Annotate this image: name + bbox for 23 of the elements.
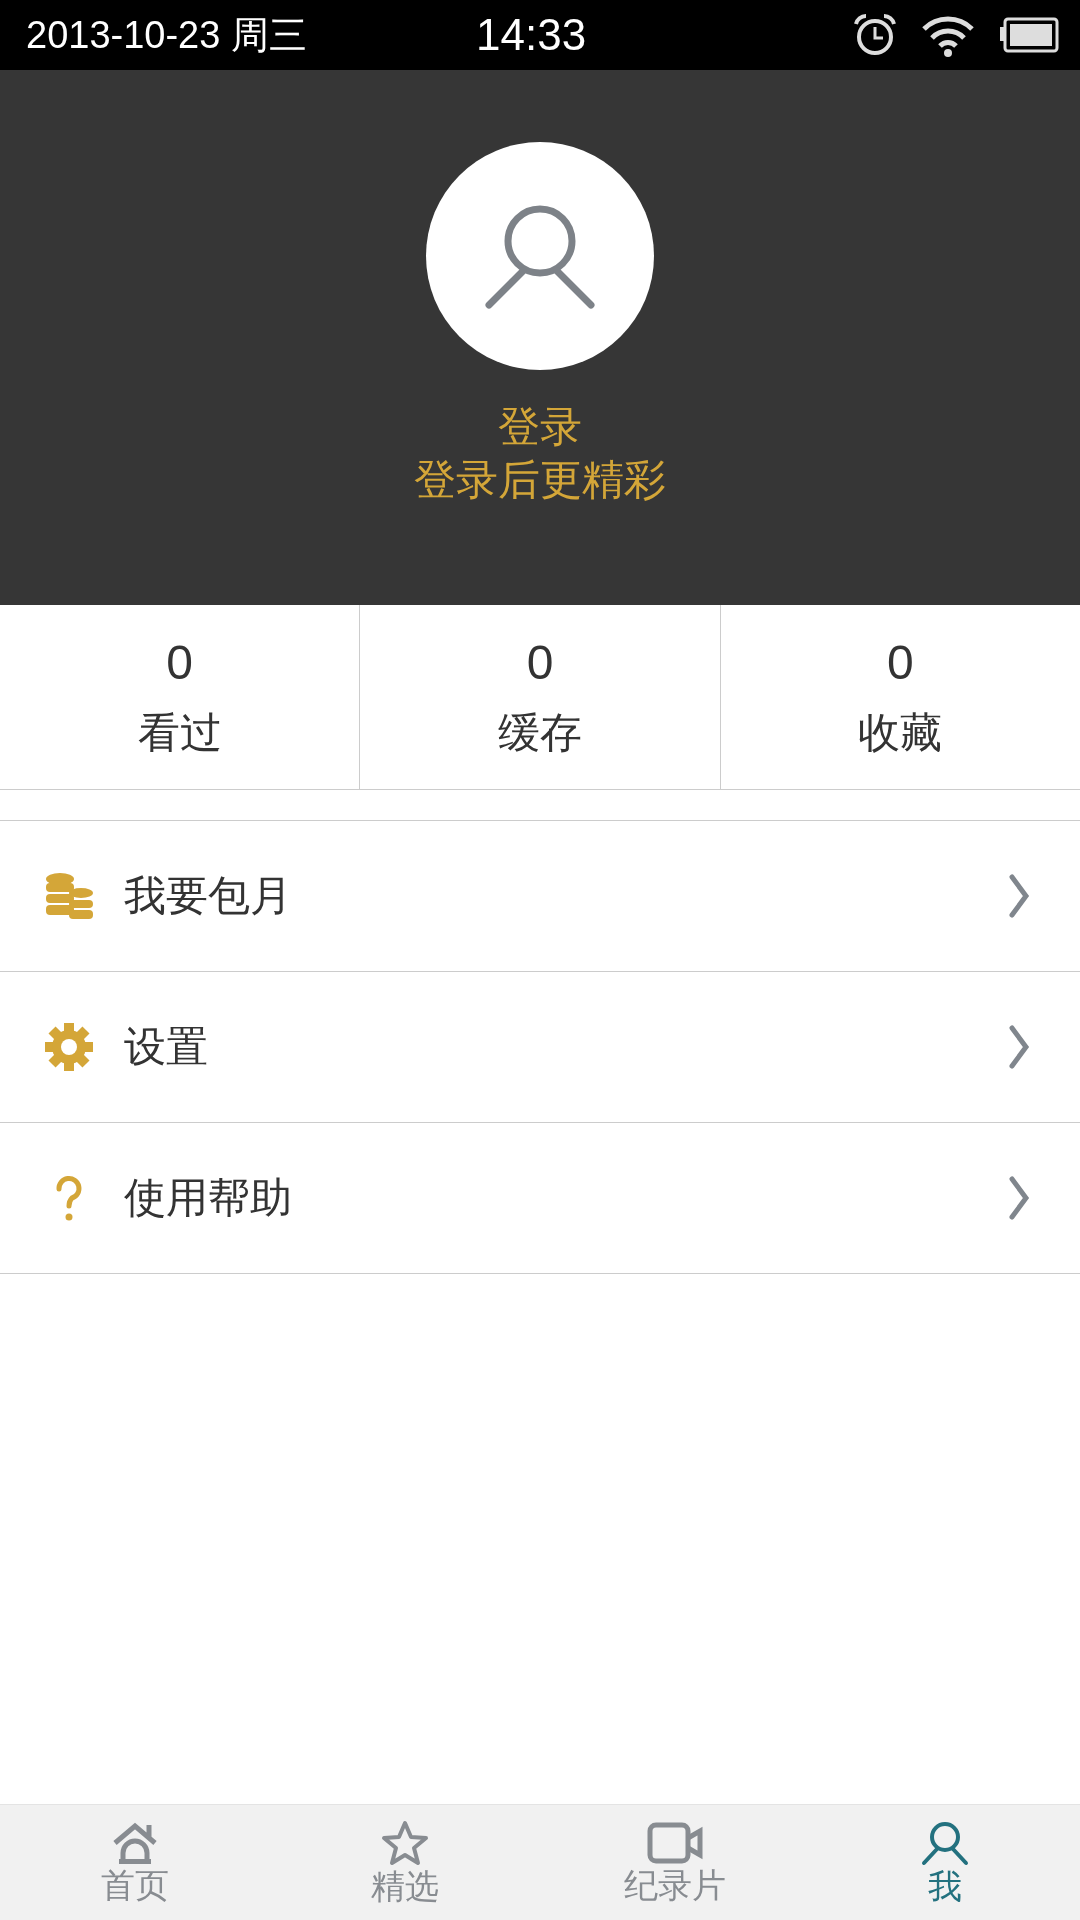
settings-icon <box>44 1022 94 1072</box>
user-icon <box>921 1819 969 1866</box>
alarm-icon <box>852 12 898 58</box>
login-link[interactable]: 登录 <box>498 402 582 452</box>
chevron-icon <box>1008 1175 1030 1221</box>
chevron-icon <box>1008 1024 1030 1070</box>
star-icon <box>381 1819 429 1866</box>
tab[interactable]: 我 <box>810 1805 1080 1920</box>
stat-item[interactable]: 0 收藏 <box>719 605 1080 789</box>
menu-item[interactable]: 我要包月 <box>0 821 1080 972</box>
coins-icon <box>44 871 94 921</box>
user-icon <box>485 203 595 309</box>
stat-item[interactable]: 0 缓存 <box>359 605 720 789</box>
stat-item[interactable]: 0 看过 <box>0 605 360 789</box>
menu-item[interactable]: 使用帮助 <box>0 1123 1080 1274</box>
menu-item[interactable]: 设置 <box>0 972 1080 1123</box>
status-time: 14:33 <box>476 10 588 60</box>
battery-icon <box>998 17 1060 53</box>
video-camera-icon <box>647 1820 703 1865</box>
status-date: 2013-10-23 周三 <box>26 12 308 58</box>
home-icon <box>111 1820 159 1865</box>
login-subtitle: 登录后更精彩 <box>414 455 666 505</box>
chevron-icon <box>1008 873 1030 919</box>
